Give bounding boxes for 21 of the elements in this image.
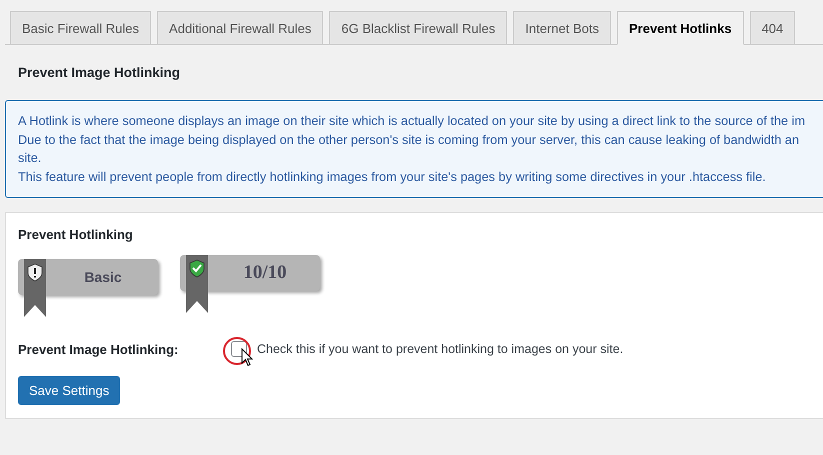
tab[interactable]: Additional Firewall Rules [157,11,324,44]
highlight-ring [222,336,252,366]
section-heading: Prevent Image Hotlinking [17,64,182,81]
tab[interactable]: 404 [750,11,796,44]
tab[interactable]: Prevent Hotlinks [616,11,744,45]
shield-alert-icon [24,259,46,317]
tab[interactable]: 6G Blacklist Firewall Rules [329,11,508,44]
info-text: A Hotlink is where someone displays an image on their site which is actually located on your site by using a direct link to the source of the im [18,113,806,130]
save-settings-button[interactable]: Save Settings [18,376,120,405]
option-description: Check this if you want to prevent hotlinking to images on your site. [257,342,624,356]
level-text: Basic [84,269,122,285]
shield-check-icon [186,255,208,313]
tab[interactable]: Internet Bots [513,11,611,44]
info-text: site. [18,150,42,167]
option-label: Prevent Image Hotlinking: [18,342,180,356]
score-text: 10/10 [243,262,287,284]
card-title: Prevent Hotlinking [18,227,134,242]
info-text: Due to the fact that the image being displayed on the other person's site is coming from your server, this can cause leaking of bandwidth an [18,132,800,149]
tab[interactable]: Basic Firewall Rules [10,11,152,44]
info-text: This feature will prevent people from directly hotlinking images from your site's pages by writing some directives in your .htaccess file. [18,168,767,186]
cursor-icon [241,348,254,367]
